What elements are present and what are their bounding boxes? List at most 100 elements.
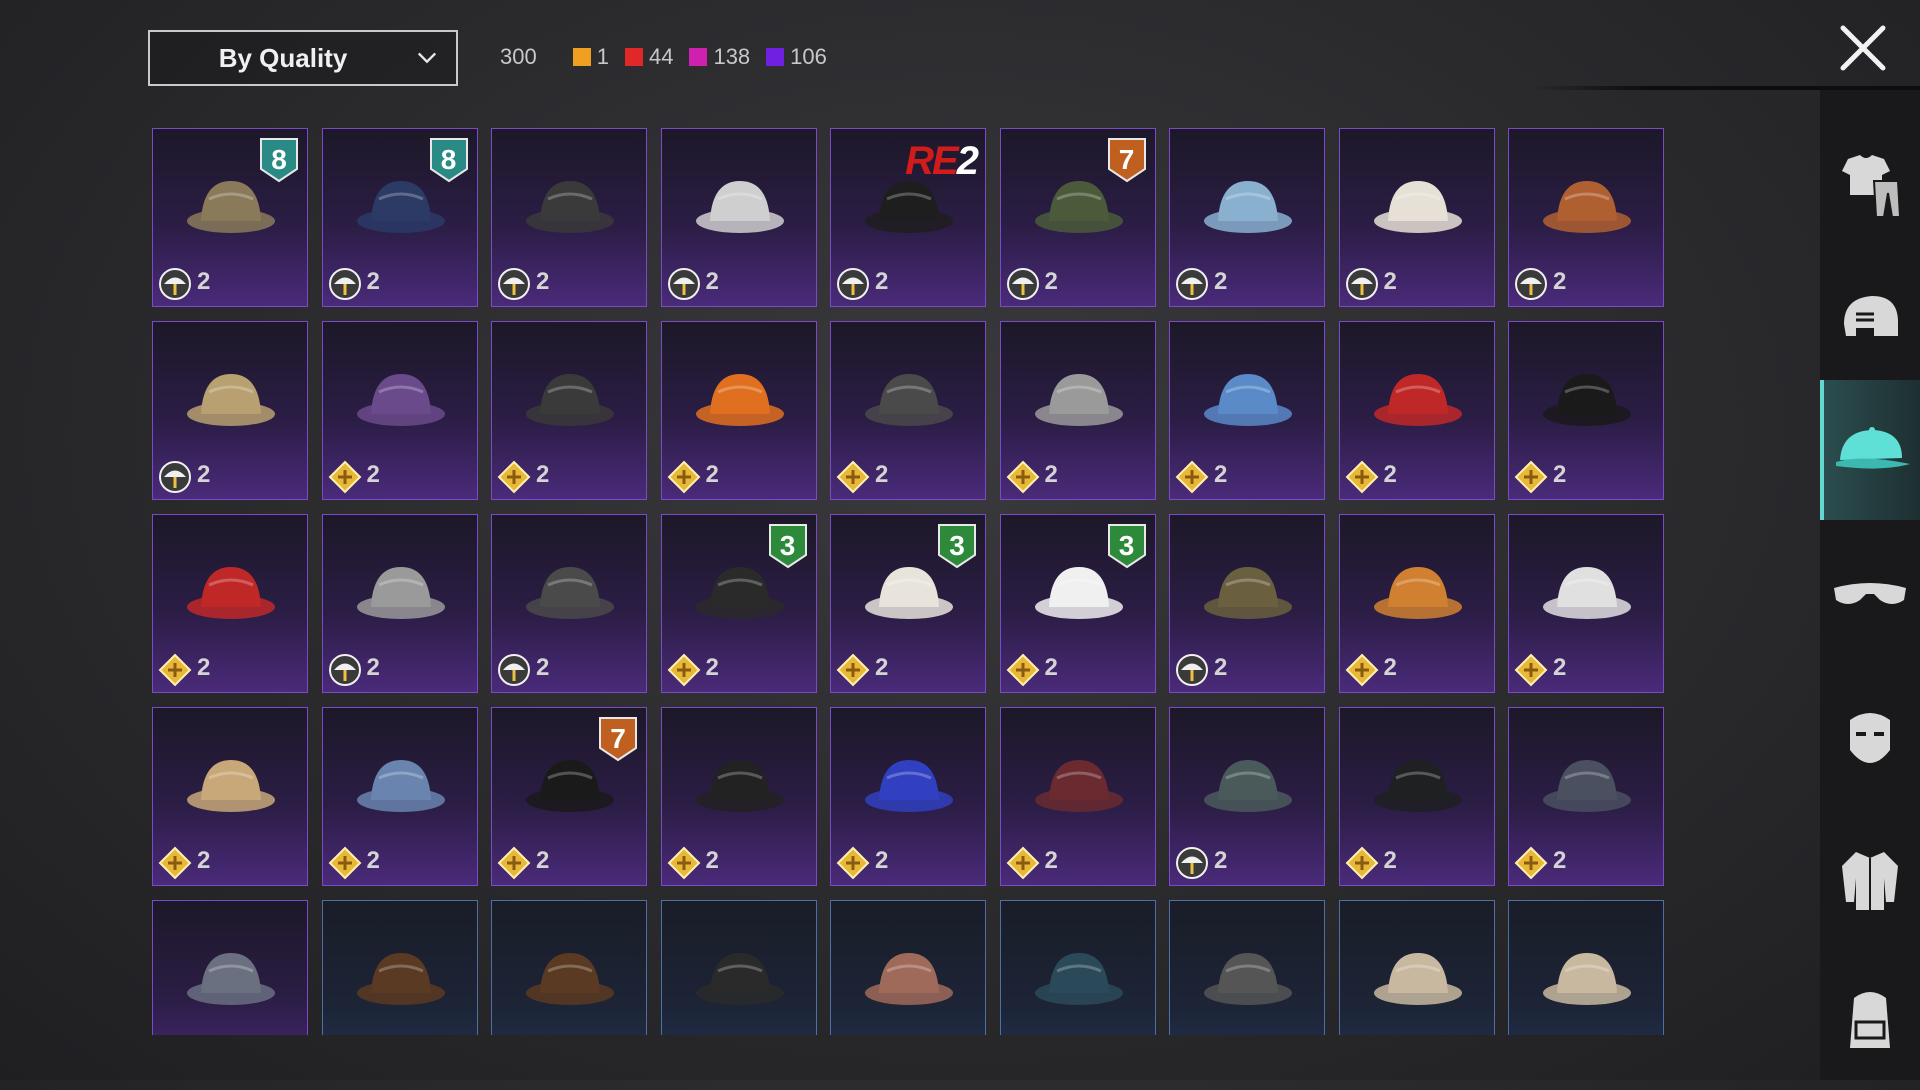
item-grey-baseball-cap[interactable]	[660, 900, 817, 1035]
item-black-bucket-hat[interactable]: 2	[1338, 707, 1495, 886]
re-text: RE	[905, 139, 959, 183]
parachute-coin-icon	[1176, 654, 1208, 686]
gold-coin-icon	[158, 846, 192, 880]
black-bowler-hat-icon	[1543, 374, 1631, 426]
item-brown-hair-clip[interactable]	[321, 900, 478, 1035]
gold-coin-icon	[667, 846, 700, 880]
item-black-fedora[interactable]: 32	[660, 514, 817, 693]
rare-swatch	[766, 48, 785, 66]
cardboard-box-mask-icon	[187, 760, 275, 812]
item-head-mirror[interactable]: 2	[1508, 514, 1664, 693]
item-red-trucker-cap[interactable]	[1338, 900, 1495, 1035]
item-quantity: 2	[875, 654, 889, 681]
gold-coin-icon	[328, 846, 361, 880]
item-quantity: 2	[366, 847, 380, 874]
helmet-icon	[1844, 296, 1898, 336]
item-jester-masquerade-mask[interactable]: 2	[152, 321, 308, 500]
item-camo-bucket-hat[interactable]: 82	[152, 128, 308, 307]
item-studded-bandana[interactable]: 2	[321, 321, 478, 500]
item-camo-boonie-hat[interactable]	[152, 900, 308, 1035]
item-orange-bandana-cap[interactable]: 2	[1508, 128, 1664, 307]
item-garrison-cap[interactable]: 2	[830, 321, 986, 500]
item-cardboard-box-mask[interactable]: 2	[152, 707, 308, 886]
close-icon[interactable]	[1835, 20, 1891, 76]
legendary-count: 1	[572, 44, 609, 70]
item-jackal-head-mask[interactable]: 2	[491, 128, 647, 307]
sort-dropdown[interactable]: By Quality	[148, 30, 458, 86]
gold-coin-icon	[1006, 846, 1039, 880]
sidebar-item-eyewear[interactable]	[1820, 525, 1920, 665]
tier-badge-number: 7	[610, 723, 626, 754]
epic-count: 138	[689, 44, 750, 70]
rare-count: 106	[766, 44, 827, 70]
item-grey-shark-head[interactable]: 2	[321, 514, 478, 693]
orange-bandana-cap-icon	[1543, 181, 1631, 233]
item-quantity: 2	[705, 654, 719, 681]
item-red-fedora[interactable]: 2	[152, 514, 308, 693]
gold-coin-icon	[158, 653, 192, 687]
item-plaid-do-rag[interactable]: 2	[1169, 707, 1325, 886]
item-cat-ear-headphones[interactable]: 2	[660, 128, 817, 307]
item-white-cowboy-hat[interactable]: 32	[830, 514, 986, 693]
maroon-fedora-icon	[1034, 760, 1123, 812]
sort-label: By Quality	[218, 42, 348, 73]
item-quantity: 2	[1383, 461, 1397, 488]
sidebar-item-outfit[interactable]	[1820, 115, 1920, 255]
item-luchador-mask[interactable]: 2	[999, 321, 1156, 500]
item-black-top-hat[interactable]: 2	[491, 321, 647, 500]
mythic-swatch	[624, 48, 643, 66]
item-quantity: 2	[536, 461, 550, 488]
item-quantity: 2	[875, 268, 889, 295]
sidebar-item-hat[interactable]	[1820, 380, 1920, 520]
sidebar-item-helmet[interactable]	[1820, 250, 1920, 390]
item-striped-headscarf[interactable]	[830, 900, 986, 1035]
item-flower-crown[interactable]: 32	[999, 514, 1156, 693]
item-grey-flat-cap[interactable]	[1169, 900, 1325, 1035]
item-pudding-hat[interactable]: 2	[1169, 514, 1325, 693]
item-pumpkin-head[interactable]: 2	[660, 321, 817, 500]
item-shark-hat[interactable]: 2	[1169, 321, 1325, 500]
item-black-bowler-hat[interactable]: 2	[1508, 321, 1664, 500]
glasses-icon	[1834, 583, 1906, 604]
item-burger-hat[interactable]: 2	[1338, 514, 1495, 693]
sidebar-item-backpack[interactable]	[1820, 950, 1920, 1090]
item-brown-hair-clip-2[interactable]	[491, 900, 647, 1035]
item-teal-beret[interactable]	[999, 900, 1156, 1035]
item-black-yellow-cap[interactable]: 2	[660, 707, 817, 886]
burger-hat-icon	[1373, 567, 1462, 619]
item-sailor-cap[interactable]: 2	[321, 707, 478, 886]
shirt-pants-icon	[1842, 155, 1902, 218]
grey-flat-cap-icon	[1204, 953, 1292, 1005]
sidebar-item-mask[interactable]	[1820, 670, 1920, 810]
sidebar-item-jacket[interactable]	[1820, 810, 1920, 950]
gold-coin-icon	[1006, 460, 1039, 494]
item-maroon-fedora[interactable]: 2	[999, 707, 1156, 886]
parachute-coin-icon	[1176, 847, 1208, 879]
item-navy-beret-cap[interactable]: 82	[321, 128, 478, 307]
red-fedora-icon	[187, 567, 275, 619]
mythic-count: 44	[624, 44, 673, 70]
item-quantity: 2	[536, 654, 550, 681]
item-red-beret[interactable]: 2	[1338, 321, 1495, 500]
item-football-helmet[interactable]: 2	[491, 514, 647, 693]
parachute-coin-icon	[1176, 268, 1208, 300]
item-quantity: 2	[197, 268, 211, 295]
chevron-down-icon	[417, 52, 437, 64]
item-umbrella-cap[interactable]: RE2 2	[830, 128, 986, 307]
item-quantity: 2	[197, 461, 211, 488]
item-aviator-goggle-hat[interactable]: 2	[1508, 707, 1664, 886]
item-quantity: 2	[1044, 461, 1058, 488]
plaid-do-rag-icon	[1204, 760, 1292, 812]
tier-badge-number: 3	[949, 530, 965, 561]
item-pompom-ski-beanie[interactable]: 2	[1169, 128, 1325, 307]
item-police-cap[interactable]: 72	[491, 707, 647, 886]
item-blue-trucker-cap[interactable]	[1508, 900, 1664, 1035]
item-tactical-helmet[interactable]: 72	[999, 128, 1156, 307]
item-quantity: 2	[705, 847, 719, 874]
item-feathered-white-hat[interactable]: 2	[1338, 128, 1495, 307]
cat-ear-headphones-icon	[695, 181, 784, 233]
item-quantity: 2	[1214, 268, 1228, 295]
item-blue-baseball-cap[interactable]: 2	[830, 707, 986, 886]
tier-badge-number: 7	[1118, 144, 1135, 175]
re-number: 2	[956, 139, 979, 183]
